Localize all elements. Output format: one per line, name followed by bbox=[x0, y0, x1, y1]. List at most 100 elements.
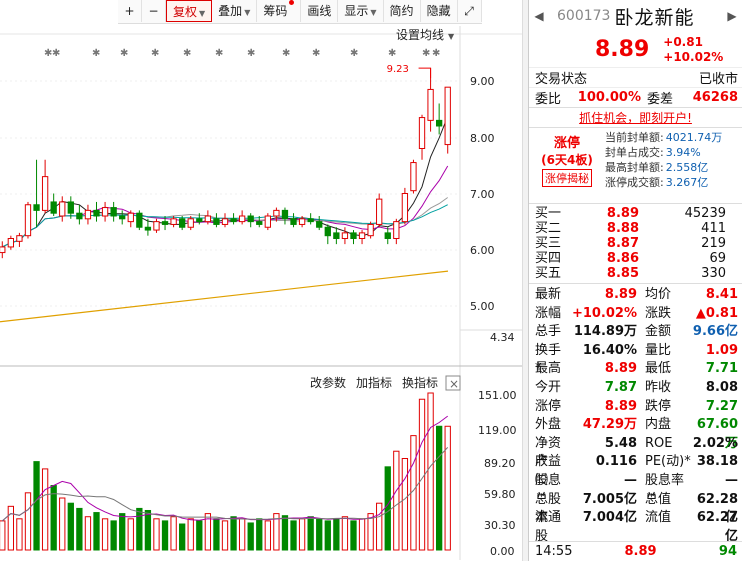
stock-header: ◀ 600173 卧龙新能 ▶ bbox=[529, 0, 742, 32]
quote-label: 跌停 bbox=[645, 398, 672, 414]
quote-value: 7.71 bbox=[705, 361, 738, 377]
weibi-value: 100.00% bbox=[577, 90, 641, 105]
candle bbox=[281, 207, 289, 225]
volume-bar bbox=[435, 425, 443, 551]
candle bbox=[24, 201, 32, 239]
volume-bars bbox=[0, 392, 451, 551]
candle-body bbox=[264, 215, 271, 228]
event-marker-icon: ✱ bbox=[312, 48, 320, 59]
volume-bar bbox=[333, 518, 340, 551]
candle-body bbox=[401, 193, 409, 223]
candle bbox=[84, 204, 92, 225]
quote-row: 收益㈢ 0.116 PE(动)* 38.18 bbox=[529, 453, 742, 488]
diejia-label: 叠加 bbox=[218, 4, 243, 18]
quote-label: 均价 bbox=[645, 287, 672, 302]
volume-bar bbox=[0, 520, 6, 551]
set-ma-label[interactable]: 设置均线 bbox=[396, 28, 444, 42]
bid-qty: 69 bbox=[709, 251, 726, 266]
hide-button[interactable]: 隐藏 bbox=[421, 0, 458, 22]
bid-price: 8.86 bbox=[606, 251, 639, 266]
quote-value: 7.004亿 bbox=[582, 510, 637, 526]
candle-body bbox=[170, 218, 177, 225]
candle bbox=[333, 227, 340, 245]
xianshi-dropdown[interactable]: 显示 ▼ bbox=[338, 0, 384, 22]
arrow-left-icon[interactable]: ◀ bbox=[529, 9, 549, 23]
candle bbox=[290, 213, 297, 228]
candle bbox=[41, 159, 49, 214]
quote-row: 总股本 7.005亿 总值 62.28亿 bbox=[529, 491, 742, 526]
chouma-button[interactable]: 筹码 bbox=[257, 0, 302, 22]
kline-chart[interactable]: 设置均线 ▼ ✱ ✱ ✱ ✱ ✱ ✱ ✱ ✱ ✱ ✱ ✱ ✱ ✱ ✱ 9.00 8.00 7.00 6.0… bbox=[0, 26, 522, 560]
stat-value: 3.267亿 bbox=[665, 176, 709, 189]
quote-value: 7.27 bbox=[705, 398, 738, 414]
change-params-button[interactable]: 改参数 bbox=[310, 375, 346, 390]
candle-body bbox=[290, 218, 297, 225]
bid-row[interactable]: 买二 8.88 411 bbox=[529, 221, 742, 236]
open-account-link[interactable]: 抓住机会，即刻开户! bbox=[529, 108, 742, 128]
volume-bar bbox=[59, 497, 66, 551]
bid-row[interactable]: 买一 8.89 45239 bbox=[529, 206, 742, 221]
quote-label: 最低 bbox=[645, 361, 672, 377]
vol-tick-label: 151.00 bbox=[478, 389, 517, 402]
limit-up-stat: 涨停成交额: 3.267亿 bbox=[605, 175, 722, 190]
candle-body bbox=[161, 221, 169, 225]
quote-value: 8.89 bbox=[604, 398, 637, 414]
chevron-down-icon: ▼ bbox=[448, 32, 455, 41]
quote-row: 涨停 8.89 跌停 7.27 bbox=[529, 398, 742, 417]
bid-book: 买一 8.89 45239 买二 8.88 411 买三 8.87 219 买四 8.86 69… bbox=[529, 204, 742, 284]
switch-indicator-button[interactable]: 换指标 bbox=[402, 375, 438, 390]
quote-value: 38.18 bbox=[696, 454, 738, 470]
quote-value: 8.08 bbox=[705, 379, 738, 395]
candle bbox=[213, 213, 220, 228]
bid-row[interactable]: 买五 8.85 330 bbox=[529, 266, 742, 281]
volume-bar bbox=[444, 425, 451, 551]
last-tick-row: 14:55 8.89 94 bbox=[529, 541, 742, 561]
zoom-out-button[interactable]: − bbox=[142, 0, 166, 22]
limit-up-reveal-button[interactable]: 涨停揭秘 bbox=[542, 169, 592, 187]
diejia-dropdown[interactable]: 叠加 ▼ bbox=[212, 0, 258, 22]
candle-body bbox=[410, 162, 417, 192]
weicha-value: 46268 bbox=[692, 90, 738, 105]
add-indicator-button[interactable]: 加指标 bbox=[356, 375, 392, 390]
candle-body bbox=[384, 232, 391, 239]
volume-bar bbox=[324, 520, 331, 551]
quote-label: ROE bbox=[645, 435, 673, 451]
bid-row[interactable]: 买三 8.87 219 bbox=[529, 236, 742, 251]
bid-label: 买一 bbox=[535, 206, 562, 221]
quote-value: 114.89万 bbox=[573, 324, 637, 340]
arrow-right-icon[interactable]: ▶ bbox=[722, 9, 742, 23]
candle bbox=[101, 201, 109, 222]
volume-bar bbox=[264, 520, 271, 551]
candle bbox=[307, 213, 314, 225]
expand-icon[interactable]: ⤢ bbox=[458, 0, 482, 22]
quote-label: 总股本 bbox=[535, 491, 562, 526]
candle bbox=[341, 227, 349, 245]
jianyue-button[interactable]: 简约 bbox=[384, 0, 421, 22]
y-tick-label: 9.00 bbox=[470, 75, 495, 88]
bid-qty: 411 bbox=[701, 221, 726, 236]
chevron-down-icon: ▼ bbox=[199, 9, 206, 18]
fuquan-dropdown[interactable]: 复权 ▼ bbox=[166, 0, 213, 22]
volume-bar bbox=[93, 512, 100, 551]
volume-bar bbox=[24, 492, 32, 551]
volume-bar bbox=[290, 520, 297, 551]
candle-body bbox=[213, 218, 220, 225]
quote-label: 净资产 bbox=[535, 435, 562, 470]
bid-qty: 45239 bbox=[684, 206, 726, 221]
candle-body bbox=[119, 215, 126, 220]
huaxian-button[interactable]: 画线 bbox=[301, 0, 339, 22]
candle-body bbox=[298, 218, 306, 225]
volume-bar bbox=[187, 518, 194, 551]
candle-body bbox=[204, 215, 212, 223]
bid-row[interactable]: 买四 8.86 69 bbox=[529, 251, 742, 266]
volume-bar bbox=[350, 520, 357, 551]
candle-body bbox=[230, 218, 237, 223]
volume-bar bbox=[367, 513, 374, 551]
candle-body bbox=[93, 209, 100, 217]
quote-row: 涨幅 +10.02% 涨跌 ▲0.81 bbox=[529, 305, 742, 324]
zoom-in-button[interactable]: + bbox=[118, 0, 142, 22]
event-marker-icon: ✱ bbox=[92, 48, 100, 59]
bid-label: 买二 bbox=[535, 221, 562, 236]
candle bbox=[127, 210, 134, 228]
candle bbox=[410, 159, 417, 194]
